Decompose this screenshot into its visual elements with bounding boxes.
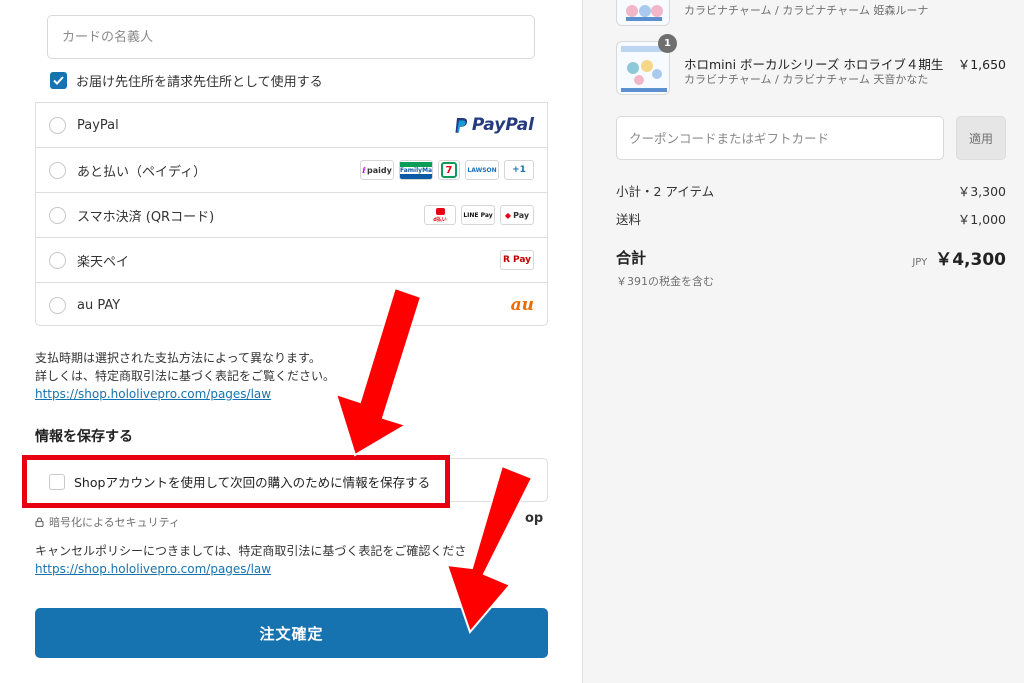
shipping-label: 送料 xyxy=(616,212,642,227)
use-shipping-label: お届け先住所を請求先住所として使用する xyxy=(76,74,323,90)
payment-method-list: PayPal PayPal あと払い（ペイディ） ℓ paidy FamilyM… xyxy=(35,102,548,326)
item-quantity-badge: 1 xyxy=(658,34,677,53)
card-name-field[interactable] xyxy=(47,15,535,59)
payment-option-paidy[interactable]: あと払い（ペイディ） ℓpaidy FamilyMart 7 LAWSON +1 xyxy=(36,148,547,193)
law-link[interactable]: https://shop.hololivepro.com/pages/law xyxy=(35,387,271,401)
total-amount: JPY ￥4,300 xyxy=(912,245,1006,270)
cancel-policy-note: キャンセルポリシーにつきましては、特定商取引法に基づく表記をご確認くださ htt… xyxy=(35,544,467,576)
item-thumbnail xyxy=(616,0,670,26)
total-value: ￥4,300 xyxy=(935,250,1006,270)
payment-timing-note: 支払時期は選択された支払方法によって異なります。 詳しくは、特定商取引法に基づく… xyxy=(35,351,336,401)
checkout-form: お届け先住所を請求先住所として使用する PayPal PayPal あと払い（ペ… xyxy=(0,0,582,683)
payment-option-label: au PAY xyxy=(77,298,121,313)
radio-button[interactable] xyxy=(49,161,66,179)
radio-button[interactable] xyxy=(49,206,66,224)
shop-logo-fragment: op xyxy=(525,511,544,526)
payment-option-label: あと払い（ペイディ） xyxy=(77,164,207,180)
familymart-logo: FamilyMart xyxy=(399,160,433,180)
place-order-button[interactable]: 注文確定 xyxy=(35,608,548,658)
paypay-logo: ◆ Pay xyxy=(500,205,534,225)
lock-icon xyxy=(35,517,44,527)
payment-option-qr[interactable]: スマホ決済 (QRコード) d払い LINE Pay ◆ Pay xyxy=(36,193,547,238)
order-summary xyxy=(582,0,1024,683)
total-label: 合計 xyxy=(616,249,647,267)
use-shipping-as-billing[interactable]: お届け先住所を請求先住所として使用する xyxy=(35,57,548,103)
line-pay-logo: LINE Pay xyxy=(461,205,495,225)
card-name-input[interactable] xyxy=(62,29,534,45)
checkbox-checked-icon[interactable] xyxy=(50,71,67,89)
checkout-page: お届け先住所を請求先住所として使用する PayPal PayPal あと払い（ペ… xyxy=(0,0,1024,683)
au-logo: au xyxy=(510,295,534,315)
tax-note: ￥391の税金を含む xyxy=(616,275,714,288)
seven-eleven-logo: 7 xyxy=(438,160,460,180)
paidy-logo: ℓ paidy xyxy=(360,160,394,180)
payment-option-label: スマホ決済 (QRコード) xyxy=(77,209,215,225)
payment-option-label: 楽天ペイ xyxy=(77,254,130,270)
save-info-checkbox[interactable] xyxy=(49,473,65,490)
payment-option-rakuten[interactable]: 楽天ペイ R Pay xyxy=(36,238,547,283)
radio-button[interactable] xyxy=(49,116,66,134)
payment-option-aupay[interactable]: au PAY au xyxy=(36,283,547,328)
coupon-input[interactable] xyxy=(629,130,943,146)
radio-button[interactable] xyxy=(49,251,66,269)
paypal-logo: PayPal xyxy=(454,115,534,135)
payment-option-paypal[interactable]: PayPal PayPal xyxy=(36,103,547,148)
cancel-law-link[interactable]: https://shop.hololivepro.com/pages/law xyxy=(35,562,271,576)
coupon-field[interactable] xyxy=(616,116,944,160)
total-currency: JPY xyxy=(912,257,928,268)
d-barai-logo: d払い xyxy=(424,205,456,225)
item-price: ￥1,650 xyxy=(957,57,1006,72)
payment-option-label: PayPal xyxy=(77,117,119,133)
item-thumbnail: 1 xyxy=(616,34,677,95)
apply-coupon-button[interactable]: 適用 xyxy=(956,116,1006,160)
security-note: 暗号化によるセキュリティ xyxy=(35,514,180,530)
save-info-label: Shopアカウントを使用して次回の購入のために情報を保存する xyxy=(74,475,431,490)
save-info-title: 情報を保存する xyxy=(35,429,133,445)
shipping-value: ￥1,000 xyxy=(957,212,1006,227)
subtotal-label: 小計・2 アイテム xyxy=(616,184,715,199)
subtotal-value: ￥3,300 xyxy=(957,184,1006,199)
more-payments-badge: +1 xyxy=(504,160,534,180)
item-variant: カラビナチャーム / カラビナチャーム 姫森ルーナ xyxy=(684,4,929,17)
lawson-logo: LAWSON xyxy=(465,160,499,180)
rakuten-pay-logo: R Pay xyxy=(500,250,534,270)
save-info-checkbox-row[interactable]: Shopアカウントを使用して次回の購入のために情報を保存する xyxy=(22,455,450,508)
item-variant: カラビナチャーム / カラビナチャーム 天音かなた xyxy=(684,73,929,86)
radio-button[interactable] xyxy=(49,297,66,314)
